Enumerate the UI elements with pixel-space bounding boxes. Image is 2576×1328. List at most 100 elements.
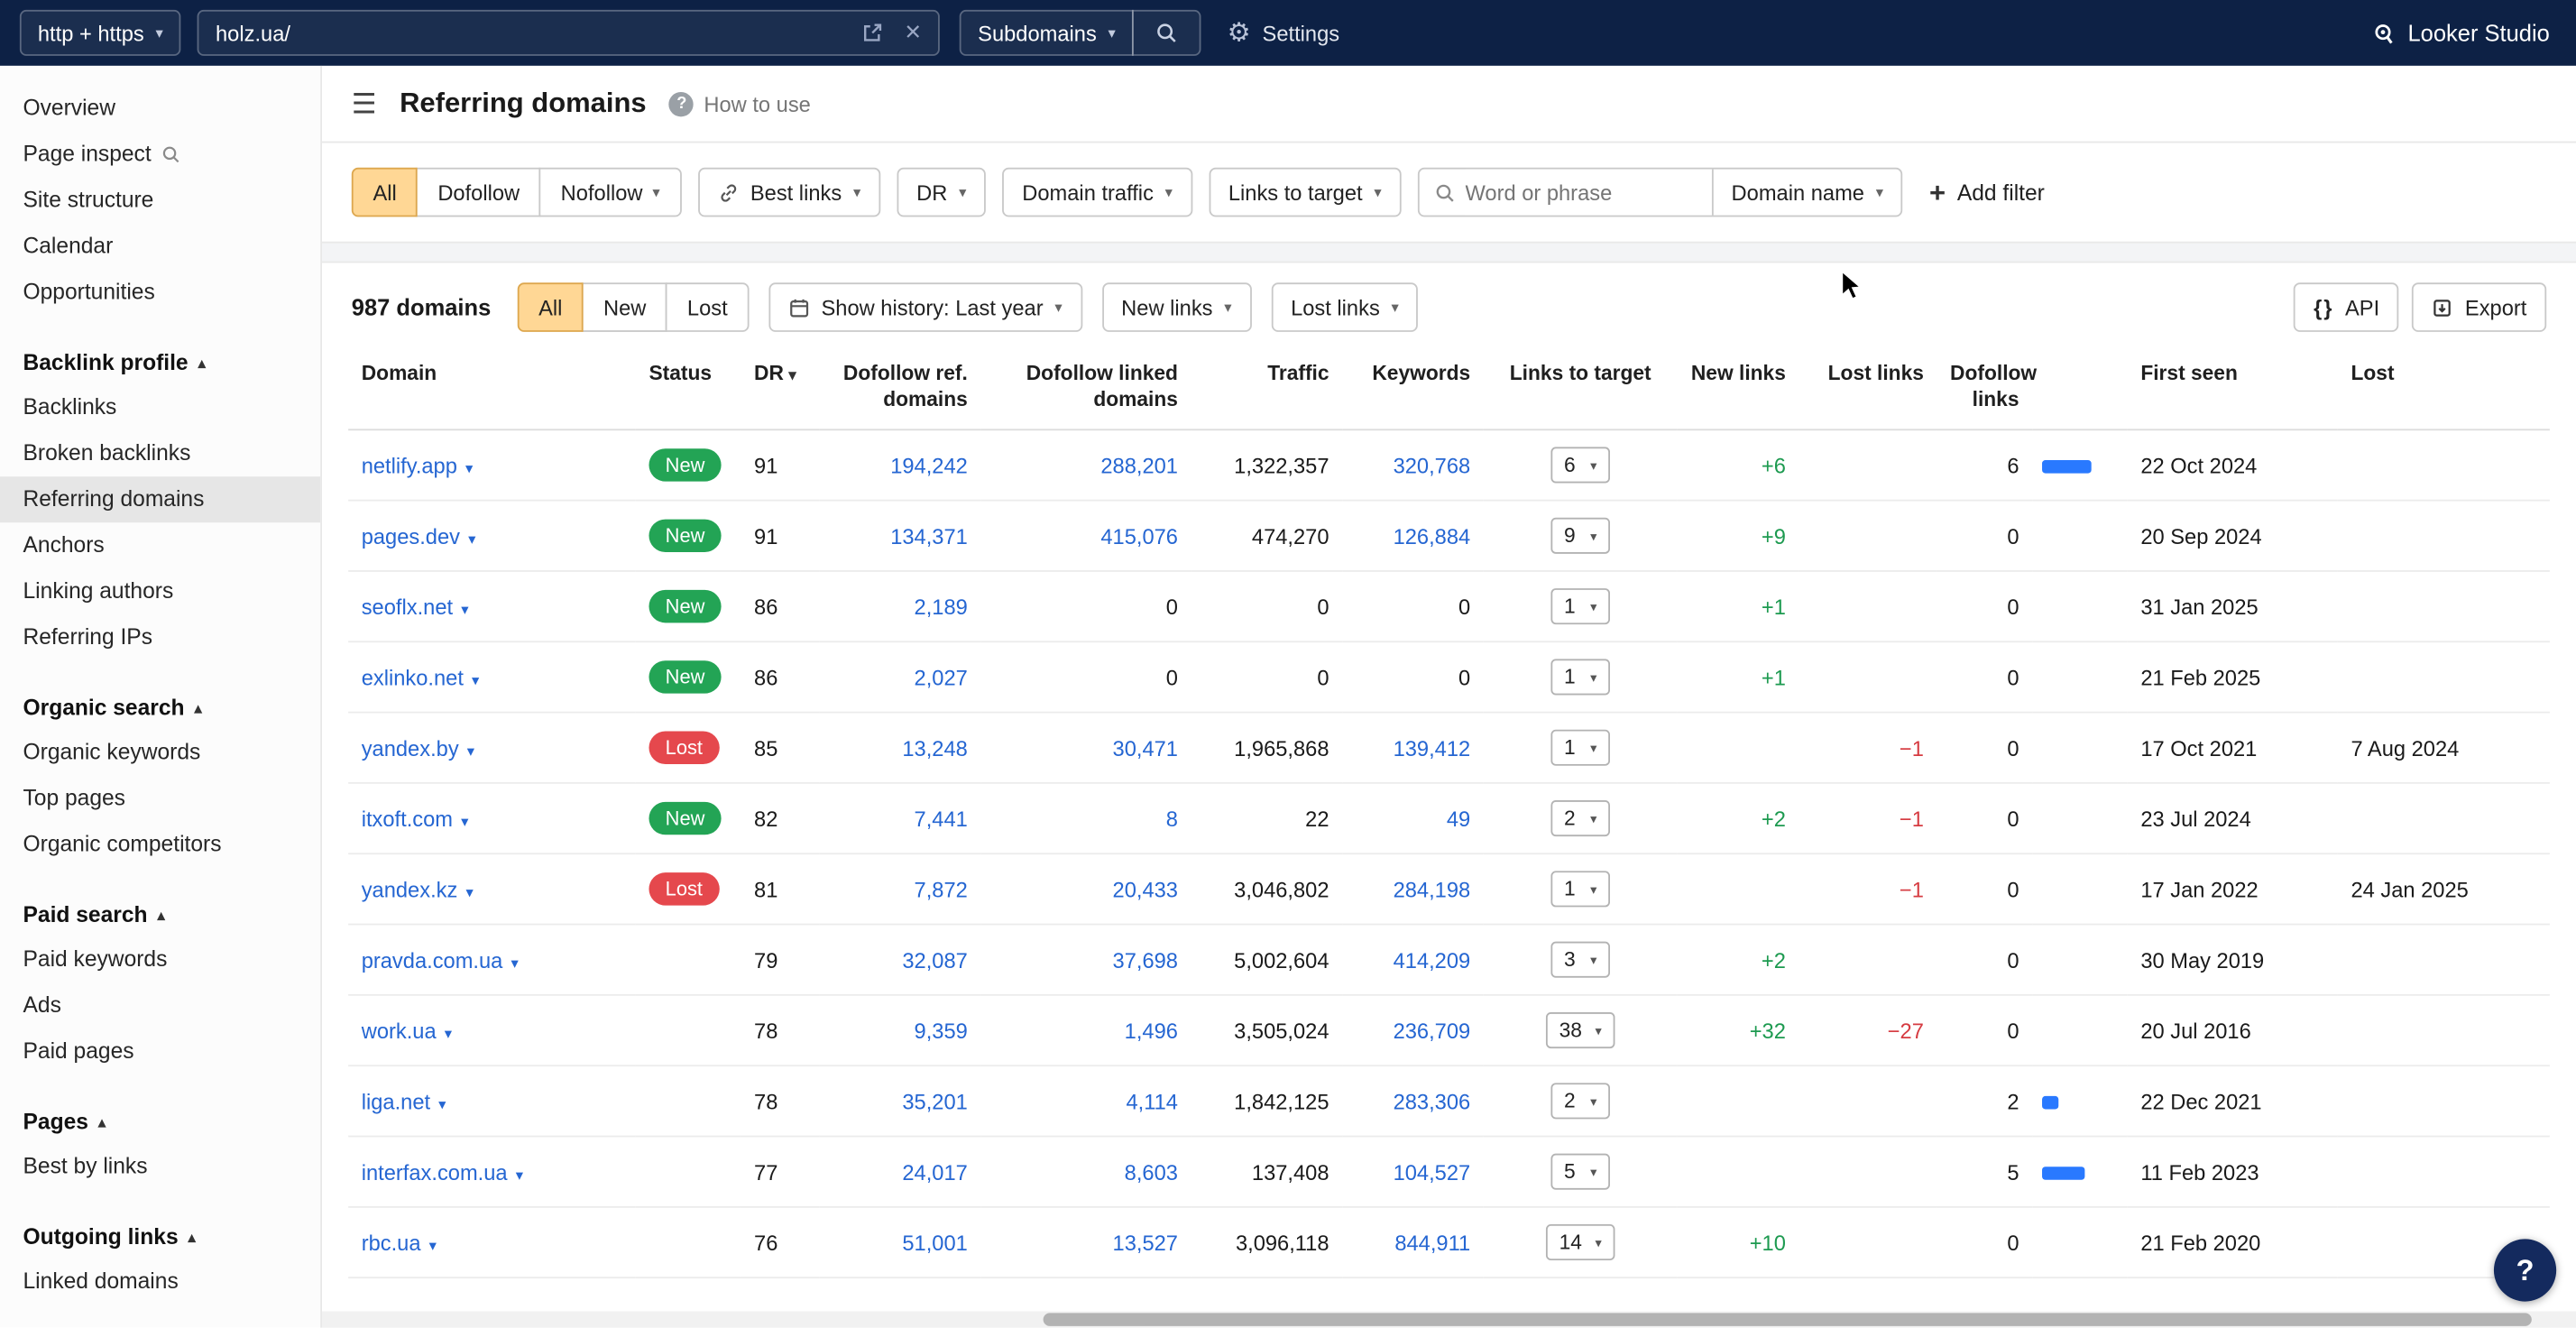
keywords-cell-link[interactable]: 283,306 [1394,1089,1471,1113]
scope-dropdown[interactable]: Subdomains ▾ [960,10,1134,56]
col-first-seen[interactable]: First seen [2128,352,2338,430]
dofollow-linked-cell-link[interactable]: 8,603 [1125,1159,1178,1184]
sidebar-item-top-pages[interactable]: Top pages [0,776,320,822]
links-to-target-dropdown[interactable]: 9▾ [1550,518,1610,554]
dofollow-ref-cell-link[interactable]: 51,001 [902,1231,967,1255]
domain-link[interactable]: liga.net [362,1089,430,1113]
col-dr[interactable]: DR▾ [741,352,819,430]
dofollow-linked-cell-link[interactable]: 13,527 [1113,1231,1178,1255]
new-links-value[interactable]: +10 [1750,1231,1786,1255]
domain-link[interactable]: yandex.by [362,736,459,761]
keywords-cell-link[interactable]: 139,412 [1394,736,1471,761]
history-tab-all[interactable]: All [517,282,584,332]
col-traffic[interactable]: Traffic [1191,352,1343,430]
domain-dropdown-icon[interactable]: ▾ [461,813,468,829]
how-to-use-link[interactable]: ? How to use [669,91,811,115]
domain-dropdown-icon[interactable]: ▾ [465,883,473,899]
dofollow-linked-cell-link[interactable]: 415,076 [1100,524,1178,549]
dofollow-ref-cell-link[interactable]: 134,371 [890,524,968,549]
keywords-cell-link[interactable]: 844,911 [1394,1231,1470,1255]
domain-link[interactable]: itxoft.com [362,807,453,831]
lost-links-value[interactable]: −1 [1900,736,1924,761]
links-to-target-dropdown[interactable]: 1▾ [1550,659,1610,696]
new-links-value[interactable]: +32 [1750,1019,1786,1043]
links-to-target-dropdown[interactable]: 3▾ [1550,942,1610,978]
dofollow-ref-cell-link[interactable]: 194,242 [890,453,968,477]
horizontal-scrollbar[interactable] [322,1312,2576,1328]
sidebar-section-organic-search[interactable]: Organic search▴ [0,687,320,729]
search-button[interactable] [1132,10,1201,56]
add-filter-button[interactable]: + Add filter [1919,179,2055,207]
domain-dropdown-icon[interactable]: ▾ [516,1167,523,1183]
dofollow-linked-cell-link[interactable]: 8 [1166,807,1178,831]
dofollow-ref-cell-link[interactable]: 7,441 [915,807,968,831]
domain-link[interactable]: pravda.com.ua [362,948,503,973]
export-button[interactable]: Export [2413,282,2547,332]
sidebar-item-paid-keywords[interactable]: Paid keywords [0,936,320,982]
lost-links-dropdown[interactable]: Lost links ▾ [1271,282,1418,332]
new-links-value[interactable]: +1 [1762,665,1786,689]
sidebar-item-overview[interactable]: Overview [0,86,320,132]
domain-link[interactable]: yandex.kz [362,877,458,901]
dofollow-ref-cell-link[interactable]: 35,201 [902,1089,967,1113]
sidebar-item-opportunities[interactable]: Opportunities [0,270,320,316]
sidebar-item-linked-domains[interactable]: Linked domains [0,1259,320,1305]
col-lost-links[interactable]: Lost links [1799,352,1937,430]
dofollow-linked-cell-link[interactable]: 288,201 [1100,453,1178,477]
lost-links-value[interactable]: −1 [1900,807,1924,831]
dofollow-ref-cell-link[interactable]: 2,027 [915,665,968,689]
links-to-target-dropdown[interactable]: 1▾ [1550,872,1610,908]
links-to-target-dropdown[interactable]: 1▾ [1550,730,1610,766]
keywords-cell-link[interactable]: 320,768 [1394,453,1471,477]
col-keywords[interactable]: Keywords [1342,352,1484,430]
links-to-target-filter[interactable]: Links to target ▾ [1209,168,1401,217]
domain-link[interactable]: work.ua [362,1019,437,1043]
dofollow-linked-cell-link[interactable]: 30,471 [1113,736,1178,761]
search-field-dropdown[interactable]: Domain name ▾ [1712,168,1901,217]
history-tab-lost[interactable]: Lost [666,282,749,332]
col-dofollow-links[interactable]: Dofollow links [1937,352,2032,430]
keywords-cell-link[interactable]: 284,198 [1394,877,1471,901]
domain-dropdown-icon[interactable]: ▾ [429,1237,437,1253]
domain-link[interactable]: seoflx.net [362,595,453,619]
col-domain[interactable]: Domain [348,352,636,430]
sidebar-item-calendar[interactable]: Calendar [0,224,320,270]
dofollow-ref-cell-link[interactable]: 7,872 [915,877,968,901]
clear-url-icon[interactable]: ✕ [904,20,922,46]
new-links-value[interactable]: +9 [1762,524,1786,549]
sidebar-item-linking-authors[interactable]: Linking authors [0,568,320,614]
filter-tab-all[interactable]: All [352,168,419,217]
domain-dropdown-icon[interactable]: ▾ [467,742,474,759]
links-to-target-dropdown[interactable]: 2▾ [1550,1084,1610,1120]
api-button[interactable]: {} API [2294,282,2399,332]
links-to-target-dropdown[interactable]: 6▾ [1550,447,1610,484]
protocol-dropdown[interactable]: http + https ▾ [20,10,181,56]
sidebar-item-best-by-links[interactable]: Best by links [0,1144,320,1190]
phrase-search-input[interactable] [1465,170,1711,216]
dofollow-ref-cell-link[interactable]: 13,248 [902,736,967,761]
menu-toggle-icon[interactable]: ☰ [352,89,377,117]
domain-traffic-filter[interactable]: Domain traffic ▾ [1002,168,1191,217]
sidebar-item-organic-competitors[interactable]: Organic competitors [0,822,320,868]
domain-link[interactable]: exlinko.net [362,665,464,689]
sidebar-item-referring-ips[interactable]: Referring IPs [0,614,320,660]
links-to-target-dropdown[interactable]: 14▾ [1546,1224,1615,1260]
dofollow-linked-cell-link[interactable]: 37,698 [1113,948,1178,973]
dofollow-linked-cell-link[interactable]: 4,114 [1126,1089,1178,1113]
settings-button[interactable]: ⚙ Settings [1228,16,1339,49]
sidebar-item-anchors[interactable]: Anchors [0,522,320,568]
domain-link[interactable]: rbc.ua [362,1231,421,1255]
new-links-dropdown[interactable]: New links ▾ [1101,282,1251,332]
filter-tab-dofollow[interactable]: Dofollow [417,168,541,217]
new-links-value[interactable]: +2 [1762,807,1786,831]
filter-tab-nofollow[interactable]: Nofollow▾ [539,168,681,217]
help-button[interactable]: ? [2494,1239,2556,1301]
domain-dropdown-icon[interactable]: ▾ [472,672,479,688]
dofollow-linked-cell-link[interactable]: 20,433 [1113,877,1178,901]
new-links-value[interactable]: +2 [1762,948,1786,973]
links-to-target-dropdown[interactable]: 2▾ [1550,800,1610,836]
show-history-dropdown[interactable]: Show history: Last year ▾ [768,282,1081,332]
sidebar-item-page-inspect[interactable]: Page inspect [0,132,320,178]
scrollbar-thumb[interactable] [1044,1313,2531,1326]
col-dofollow-ref-domains[interactable]: Dofollow ref. domains [820,352,981,430]
